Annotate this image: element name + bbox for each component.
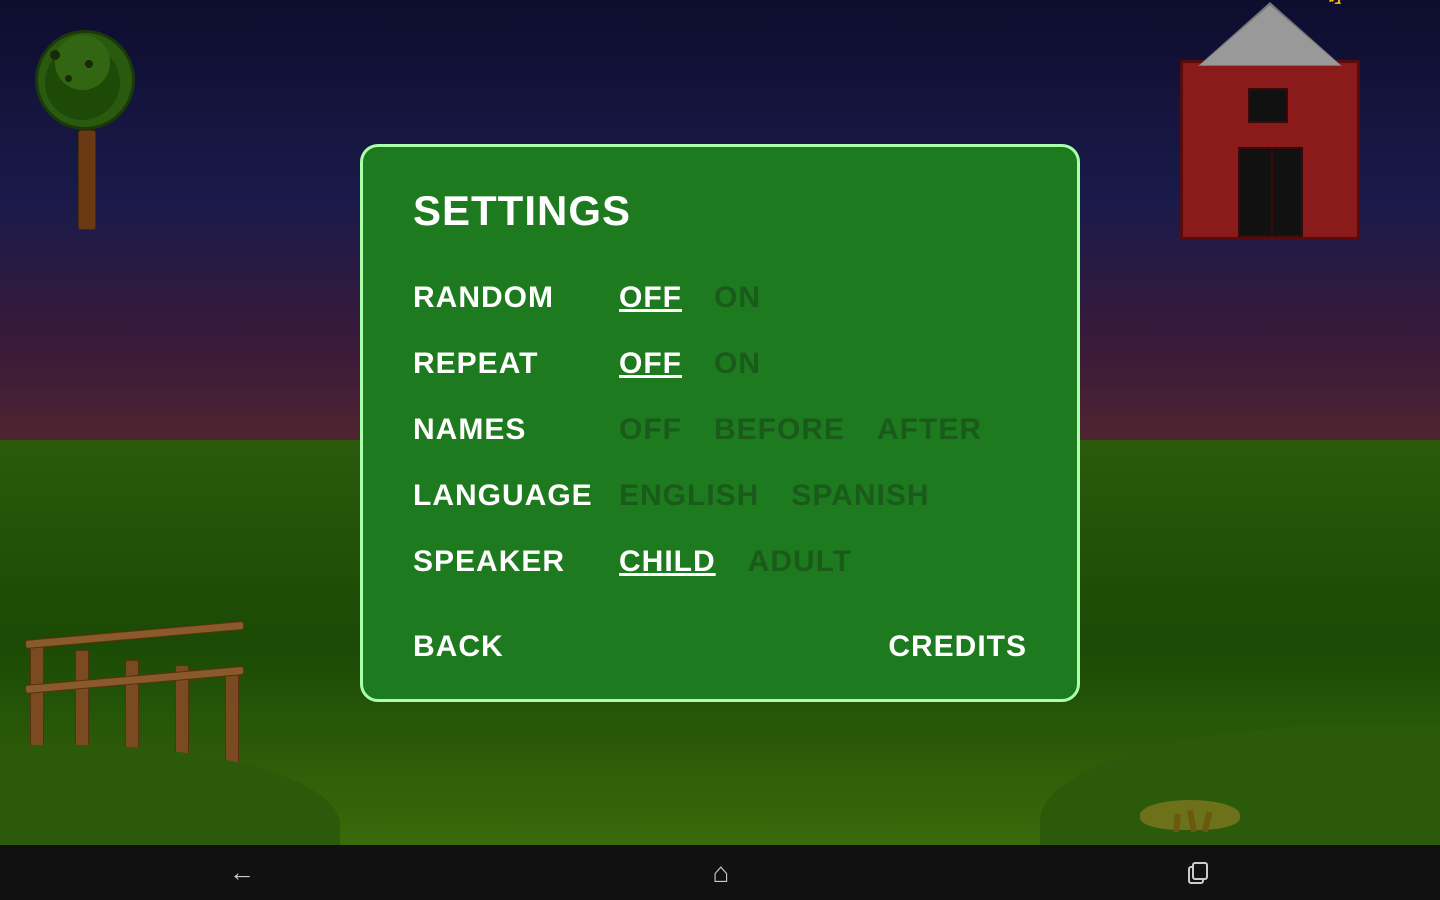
speaker-adult-option[interactable]: ADULT [742, 543, 858, 581]
random-on-option[interactable]: ON [708, 279, 767, 317]
nav-back-button[interactable] [229, 857, 255, 888]
names-after-option[interactable]: AFTER [871, 411, 988, 449]
settings-title: SETTINGS [413, 187, 1027, 235]
language-english-option[interactable]: ENGLISH [613, 477, 765, 515]
credits-button[interactable]: CREDITS [888, 630, 1027, 664]
names-off-option[interactable]: OFF [613, 411, 688, 449]
repeat-label: REPEAT [413, 347, 613, 381]
speaker-row: SPEAKER CHILD ADULT [413, 534, 1027, 590]
names-label: NAMES [413, 413, 613, 447]
names-options: OFF BEFORE AFTER [613, 411, 988, 449]
dialog-overlay: SETTINGS RANDOM OFF ON REPEAT OFF ON [0, 0, 1440, 845]
random-row: RANDOM OFF ON [413, 270, 1027, 326]
settings-footer: BACK CREDITS [413, 630, 1027, 664]
language-row: LANGUAGE ENGLISH SPANISH [413, 468, 1027, 524]
nav-bar [0, 845, 1440, 900]
speaker-child-option[interactable]: CHILD [613, 543, 722, 581]
back-button[interactable]: BACK [413, 630, 504, 664]
repeat-options: OFF ON [613, 345, 767, 383]
settings-dialog: SETTINGS RANDOM OFF ON REPEAT OFF ON [360, 144, 1080, 702]
nav-home-button[interactable] [713, 857, 730, 889]
random-label: RANDOM [413, 281, 613, 315]
speaker-label: SPEAKER [413, 545, 613, 579]
language-spanish-option[interactable]: SPANISH [785, 477, 935, 515]
language-options: ENGLISH SPANISH [613, 477, 936, 515]
repeat-row: REPEAT OFF ON [413, 336, 1027, 392]
repeat-on-option[interactable]: ON [708, 345, 767, 383]
random-off-option[interactable]: OFF [613, 279, 688, 317]
random-options: OFF ON [613, 279, 767, 317]
settings-rows: RANDOM OFF ON REPEAT OFF ON NAMES OFF [413, 270, 1027, 590]
nav-recents-button[interactable] [1187, 861, 1211, 885]
names-before-option[interactable]: BEFORE [708, 411, 851, 449]
names-row: NAMES OFF BEFORE AFTER [413, 402, 1027, 458]
repeat-off-option[interactable]: OFF [613, 345, 688, 383]
speaker-options: CHILD ADULT [613, 543, 858, 581]
language-label: LANGUAGE [413, 479, 613, 513]
